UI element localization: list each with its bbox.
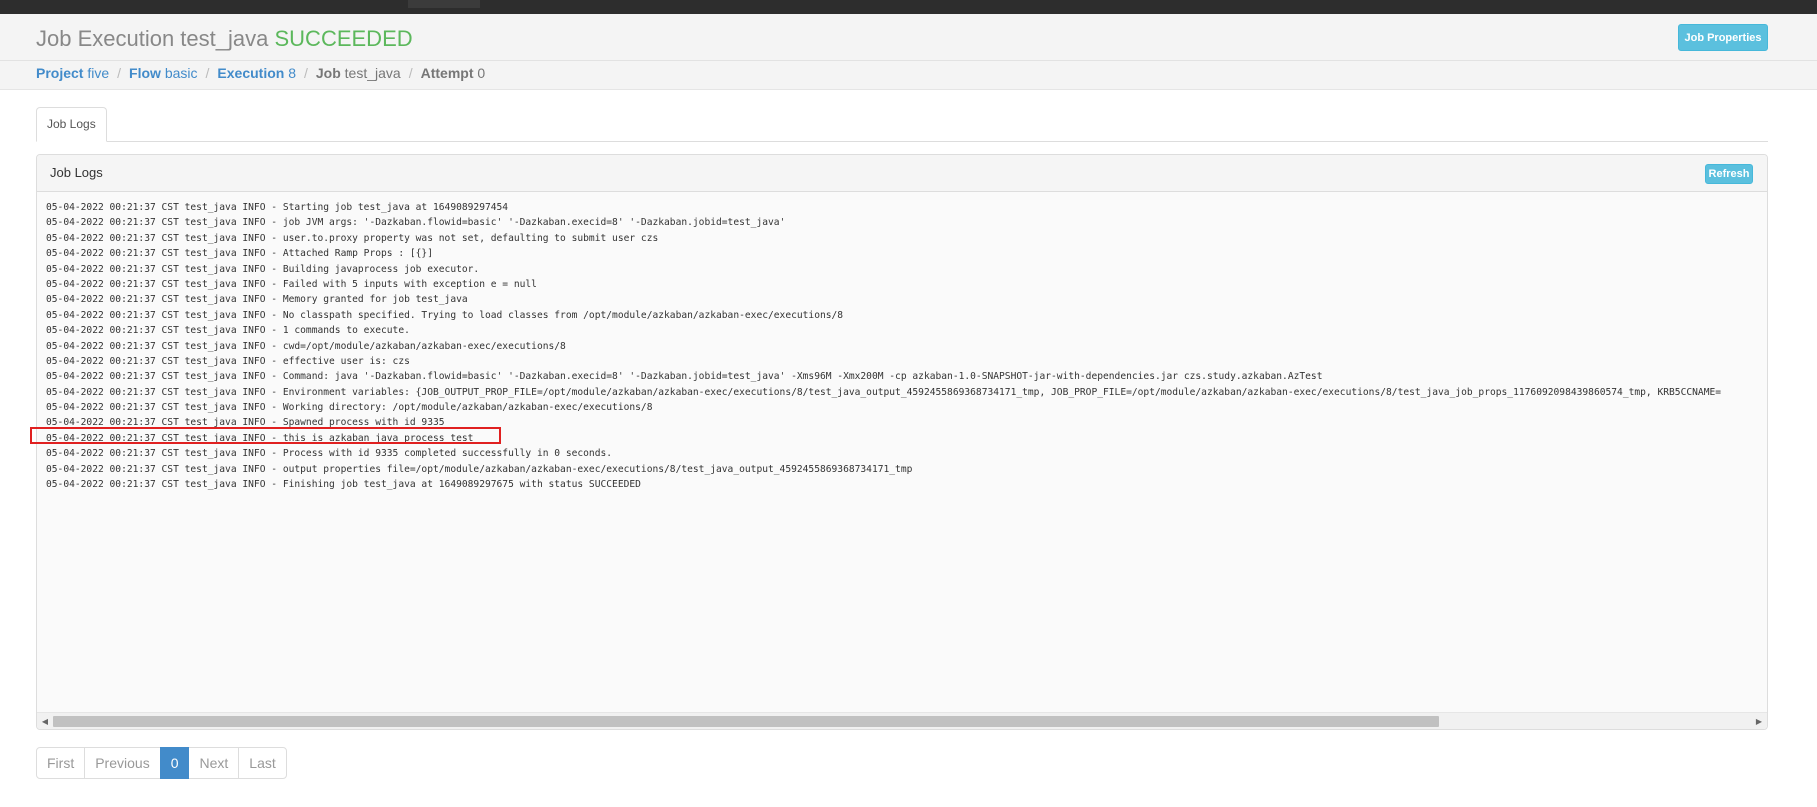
scrollbar-thumb[interactable] — [53, 716, 1439, 727]
log-line: 05-04-2022 00:21:37 CST test_java INFO -… — [46, 294, 468, 306]
breadcrumb-job: Job test_java — [316, 65, 401, 81]
log-line: 05-04-2022 00:21:37 CST test_java INFO -… — [46, 278, 537, 290]
log-lines: 05-04-2022 00:21:37 CST test_java INFO -… — [46, 200, 1721, 492]
scroll-left-arrow-icon[interactable]: ◀ — [39, 715, 51, 728]
log-line: 05-04-2022 00:21:37 CST test_java INFO -… — [46, 371, 1323, 383]
tab-job-logs[interactable]: Job Logs — [36, 107, 107, 142]
breadcrumb-execution-value: 8 — [288, 65, 296, 81]
page-title: Job Execution test_java SUCCEEDED — [36, 26, 413, 52]
log-line: 05-04-2022 00:21:37 CST test_java INFO -… — [46, 355, 410, 367]
breadcrumb-job-label: Job — [315, 65, 341, 81]
scroll-right-arrow-icon[interactable]: ▶ — [1753, 715, 1765, 728]
job-execution-title: Job Execution test_java — [36, 26, 269, 51]
log-output[interactable]: 05-04-2022 00:21:37 CST test_java INFO -… — [37, 192, 1767, 712]
log-line: 05-04-2022 00:21:37 CST test_java INFO -… — [46, 432, 474, 444]
horizontal-scrollbar[interactable]: ◀ ▶ — [37, 712, 1767, 729]
breadcrumb-flow-label: Flow — [129, 65, 161, 81]
breadcrumb-separator: / — [205, 65, 210, 81]
panel-title: Job Logs — [50, 165, 103, 180]
breadcrumb-project-label: Project — [36, 65, 84, 81]
breadcrumb-project-value: five — [87, 65, 110, 81]
breadcrumb-separator: / — [117, 65, 122, 81]
log-line: 05-04-2022 00:21:37 CST test_java INFO -… — [46, 417, 445, 429]
breadcrumb-attempt-label: Attempt — [420, 65, 474, 81]
tab-bar: Job Logs — [36, 107, 1768, 142]
log-line: 05-04-2022 00:21:37 CST test_java INFO -… — [46, 386, 1722, 398]
log-line: 05-04-2022 00:21:37 CST test_java INFO -… — [46, 232, 659, 244]
job-status: SUCCEEDED — [274, 26, 413, 51]
log-line: 05-04-2022 00:21:37 CST test_java INFO -… — [46, 463, 913, 475]
pagination-previous[interactable]: Previous — [84, 747, 161, 779]
pagination-next[interactable]: Next — [188, 747, 240, 779]
breadcrumb: Project five / Flow basic / Execution 8 / Job … — [36, 65, 485, 81]
pagination-first[interactable]: First — [36, 747, 86, 779]
refresh-button[interactable]: Refresh — [1705, 164, 1753, 184]
log-line: 05-04-2022 00:21:37 CST test_java INFO -… — [46, 340, 566, 352]
pagination: First Previous 0 Next Last — [36, 747, 287, 779]
log-line: 05-04-2022 00:21:37 CST test_java INFO -… — [46, 325, 410, 337]
breadcrumb-execution[interactable]: Execution 8 — [217, 65, 296, 81]
log-line: 05-04-2022 00:21:37 CST test_java INFO -… — [46, 309, 844, 321]
breadcrumb-attempt-value: 0 — [477, 65, 486, 81]
breadcrumb-attempt: Attempt 0 — [421, 65, 486, 81]
breadcrumb-separator: / — [304, 65, 308, 81]
log-line: 05-04-2022 00:21:37 CST test_java INFO -… — [46, 448, 613, 460]
panel-heading: Job Logs Refresh — [37, 155, 1767, 192]
breadcrumb-separator: / — [408, 65, 413, 81]
log-line: 05-04-2022 00:21:37 CST test_java INFO -… — [46, 402, 653, 414]
breadcrumb-project[interactable]: Project five — [36, 65, 109, 81]
pagination-current-page[interactable]: 0 — [159, 747, 190, 779]
breadcrumb-bar: Project five / Flow basic / Execution 8 / Job … — [0, 61, 1817, 90]
page-header: Job Execution test_java SUCCEEDED Job Pr… — [0, 14, 1817, 61]
log-line: 05-04-2022 00:21:37 CST test_java INFO -… — [46, 479, 641, 491]
breadcrumb-execution-label: Execution — [217, 65, 285, 81]
job-logs-panel: Job Logs Refresh 05-04-2022 00:21:37 CST… — [36, 154, 1768, 730]
log-line: 05-04-2022 00:21:37 CST test_java INFO -… — [46, 202, 509, 213]
job-properties-button[interactable]: Job Properties — [1678, 24, 1768, 51]
log-line: 05-04-2022 00:21:37 CST test_java INFO -… — [46, 217, 786, 229]
pagination-last[interactable]: Last — [238, 747, 287, 779]
breadcrumb-flow-value: basic — [164, 65, 198, 81]
log-line: 05-04-2022 00:21:37 CST test_java INFO -… — [46, 263, 480, 275]
top-bar-tab[interactable] — [408, 0, 480, 8]
log-line: 05-04-2022 00:21:37 CST test_java INFO -… — [46, 248, 433, 260]
top-bar — [0, 0, 1817, 14]
breadcrumb-flow[interactable]: Flow basic — [129, 65, 197, 81]
breadcrumb-job-value: test_java — [344, 65, 401, 81]
